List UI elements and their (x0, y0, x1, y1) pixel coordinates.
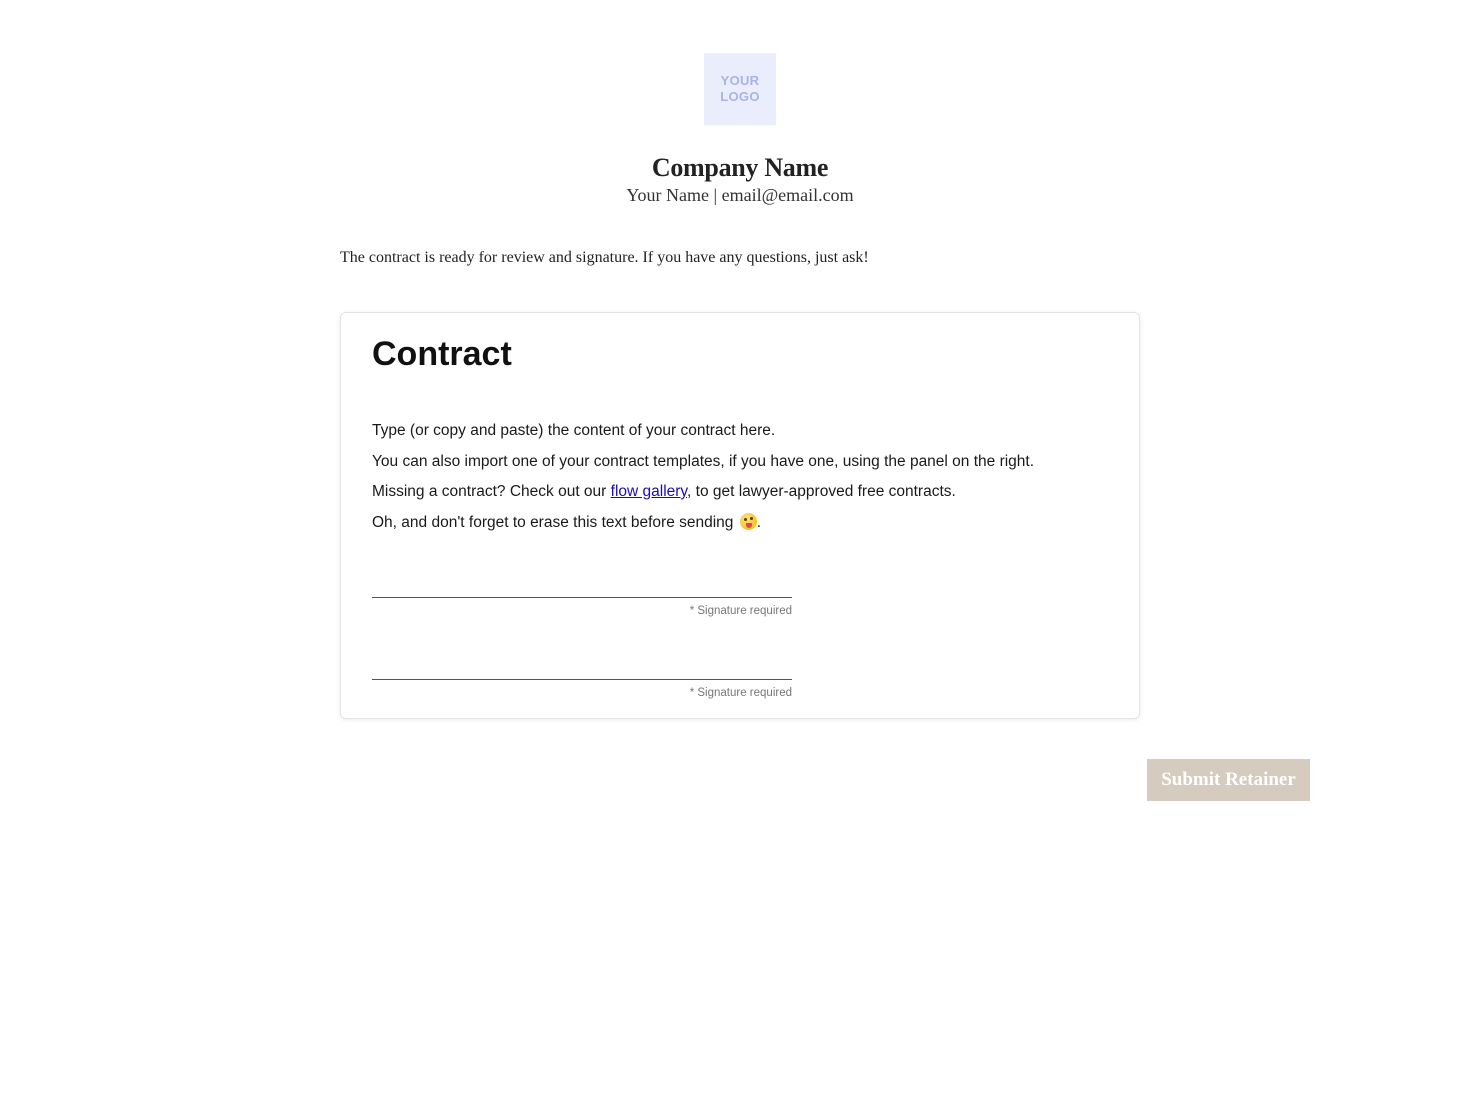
contract-line-4: Oh, and don't forget to erase this text … (372, 512, 1112, 543)
intro-message: The contract is ready for review and sig… (340, 249, 869, 266)
contract-line-3-tail: , to get lawyer-approved free contracts. (687, 483, 956, 500)
contract-line-4-tail: . (756, 513, 762, 531)
contract-line-1: Type (or copy and paste) the content of … (372, 422, 776, 439)
winking-face-tongue-icon (739, 512, 757, 530)
signature-line-2 (372, 679, 792, 680)
contract-title: Contract (372, 335, 512, 373)
contract-card: Contract Type (or copy and paste) the co… (340, 312, 1140, 719)
flow-gallery-link[interactable]: flow gallery (611, 483, 687, 500)
signature-required-note-1: * Signature required (689, 605, 792, 617)
logo-text-line2: LOGO (720, 89, 760, 104)
company-name: Company Name (651, 153, 829, 182)
contact-line: Your Name | email@email.com (626, 185, 854, 205)
signature-line-1 (372, 597, 792, 598)
signature-required-note-2: * Signature required (689, 687, 792, 699)
contract-line-3-text: Missing a contract? Check out our (372, 483, 611, 500)
contract-line-3: Missing a contract? Check out our flow g… (372, 481, 1112, 512)
company-logo-placeholder: YOUR LOGO (704, 53, 776, 125)
signature-field-1[interactable] (372, 558, 792, 598)
signature-field-2[interactable] (372, 640, 792, 680)
contract-body[interactable]: Type (or copy and paste) the content of … (372, 420, 1112, 542)
contract-line-2: You can also import one of your contract… (372, 452, 1035, 470)
logo-text-line1: YOUR (720, 73, 760, 88)
submit-retainer-button[interactable]: Submit Retainer (1147, 759, 1310, 801)
contract-line-4-text: Oh, and don't forget to erase this text … (372, 513, 738, 531)
